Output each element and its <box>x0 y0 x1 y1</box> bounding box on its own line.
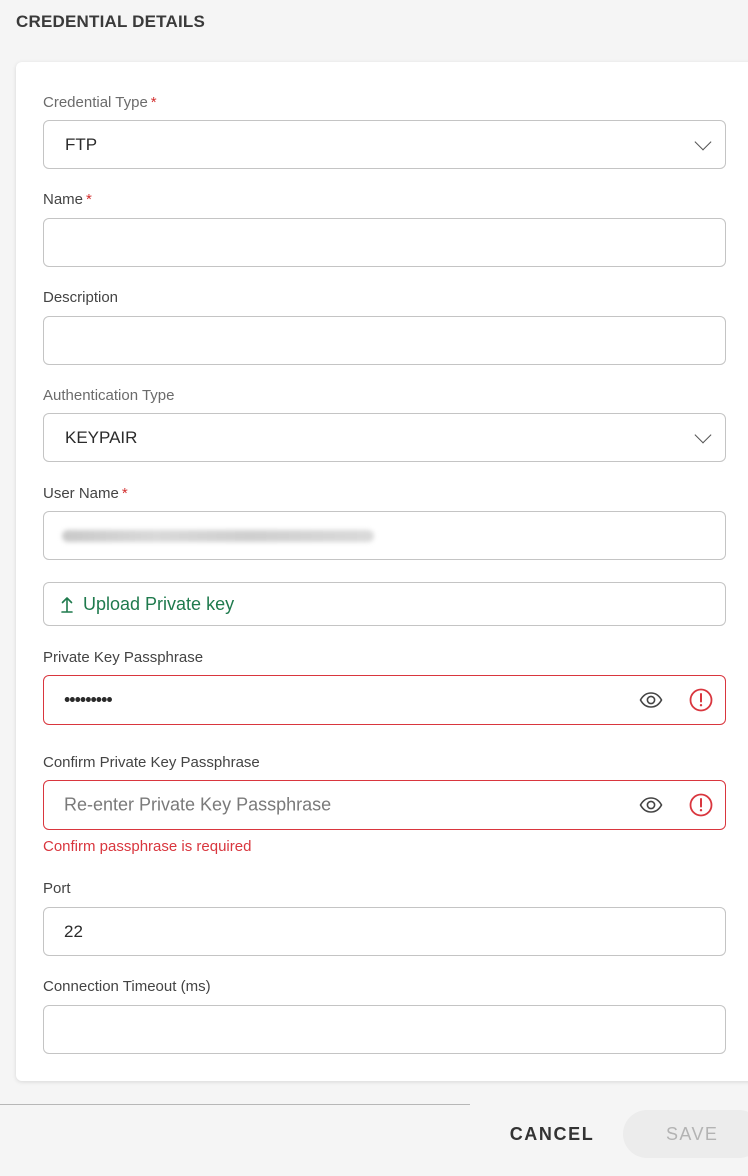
upload-private-key-label: Upload Private key <box>83 594 235 614</box>
authentication-type-select[interactable]: KEYPAIR <box>43 413 726 462</box>
required-mark: * <box>150 94 157 111</box>
name-label: Name * <box>43 191 92 208</box>
save-button[interactable]: SAVE <box>623 1110 748 1158</box>
eye-icon[interactable] <box>639 688 663 712</box>
description-label: Description <box>43 289 119 306</box>
chevron-down-icon <box>694 133 712 150</box>
confirm-passphrase-input[interactable]: Re-enter Private Key Passphrase <box>43 780 726 830</box>
private-key-passphrase-label: Private Key Passphrase <box>43 649 204 666</box>
eye-icon[interactable] <box>639 793 663 817</box>
required-mark: * <box>121 485 128 502</box>
user-name-input[interactable] <box>43 511 726 560</box>
name-input[interactable] <box>43 218 726 267</box>
cancel-button[interactable]: CANCEL <box>496 1110 608 1158</box>
credential-type-label: Credential Type * <box>43 94 157 111</box>
error-icon <box>689 793 713 817</box>
private-key-passphrase-input[interactable]: ••••••••• <box>43 675 726 725</box>
upload-arrow-icon <box>60 594 74 619</box>
confirm-passphrase-error: Confirm passphrase is required <box>43 838 252 855</box>
description-input[interactable] <box>43 316 726 365</box>
user-name-label: User Name * <box>43 485 128 502</box>
chevron-down-icon <box>694 426 712 443</box>
confirm-passphrase-placeholder: Re-enter Private Key Passphrase <box>64 794 332 815</box>
port-label: Port <box>43 880 71 897</box>
error-icon <box>689 688 713 712</box>
connection-timeout-input[interactable] <box>43 1005 726 1054</box>
port-value: 22 <box>64 921 83 941</box>
confirm-passphrase-label: Confirm Private Key Passphrase <box>43 754 260 771</box>
redacted-user-name <box>62 529 374 542</box>
page-title: CREDENTIAL DETAILS <box>16 12 206 31</box>
masked-passphrase: ••••••••• <box>64 689 113 710</box>
connection-timeout-label: Connection Timeout (ms) <box>43 978 211 995</box>
authentication-type-value: KEYPAIR <box>65 427 138 447</box>
required-mark: * <box>86 191 92 208</box>
credential-type-select[interactable]: FTP <box>43 120 726 169</box>
port-input[interactable]: 22 <box>43 907 726 956</box>
authentication-type-label: Authentication Type <box>43 387 175 404</box>
footer-divider <box>0 1104 470 1105</box>
credential-type-value: FTP <box>65 134 98 154</box>
upload-private-key-button[interactable]: Upload Private key <box>43 582 726 626</box>
